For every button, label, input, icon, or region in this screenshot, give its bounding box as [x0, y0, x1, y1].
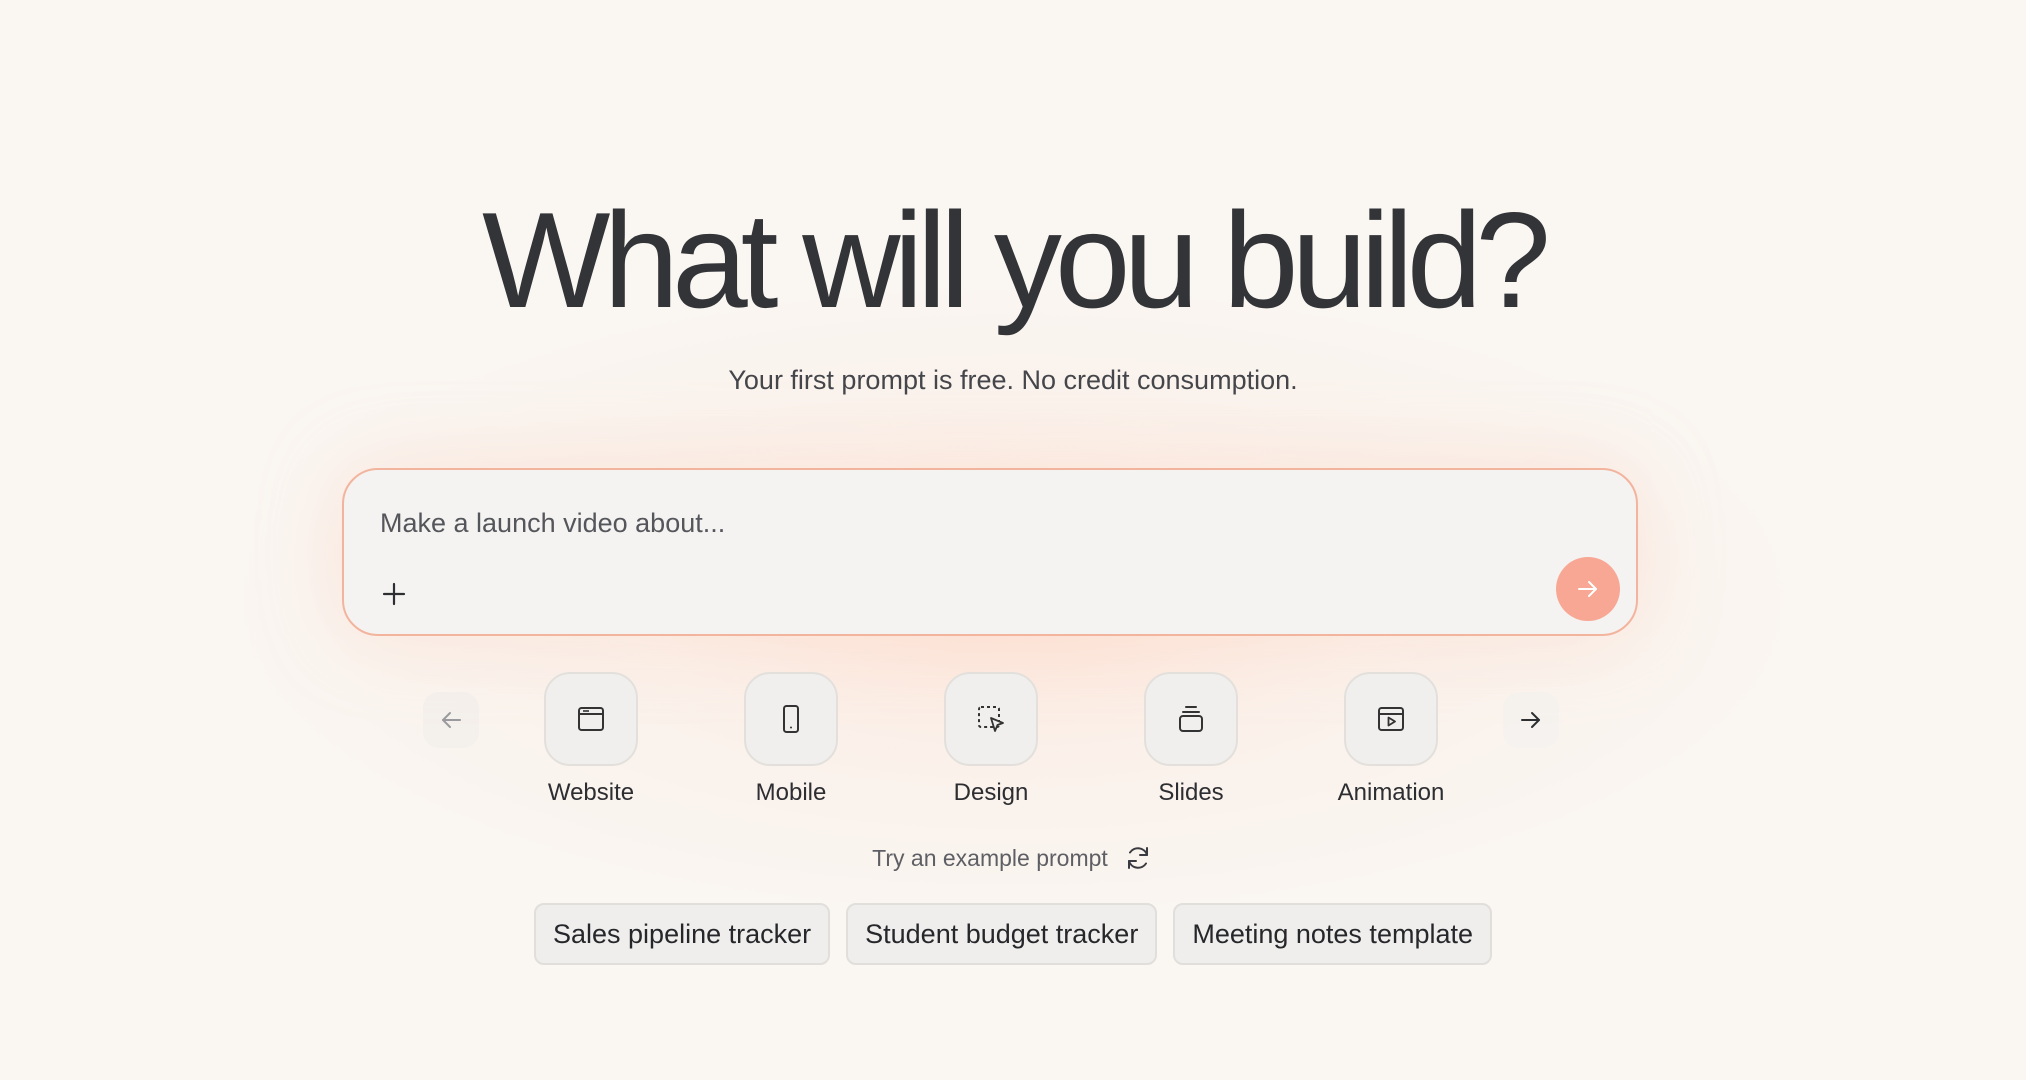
send-button[interactable]	[1556, 557, 1620, 621]
cursor-selection-icon	[978, 706, 1004, 732]
category-animation[interactable]: Animation	[1321, 672, 1461, 808]
arrow-right-icon	[1578, 581, 1597, 597]
page-title: What will you build?	[482, 184, 1551, 336]
example-prompt-header: Try an example prompt	[0, 842, 2026, 874]
example-chip-meeting-notes[interactable]: Meeting notes template	[1173, 903, 1492, 965]
category-mobile[interactable]: Mobile	[721, 672, 861, 808]
add-attachment-button[interactable]	[374, 574, 414, 614]
smartphone-icon	[783, 705, 799, 733]
category-label: Website	[547, 779, 635, 806]
example-prompt-chips: Sales pipeline tracker Student budget tr…	[0, 903, 2026, 965]
arrow-left-icon	[442, 712, 461, 728]
category-carousel: Website Mobile Design Slides Animation	[0, 672, 2026, 812]
browser-window-icon	[578, 707, 604, 731]
carousel-prev-button[interactable]	[423, 692, 479, 748]
category-label: Design	[953, 779, 1029, 806]
category-tile[interactable]	[944, 672, 1038, 766]
category-tile[interactable]	[1144, 672, 1238, 766]
refresh-examples-button[interactable]	[1122, 842, 1154, 874]
example-chip-sales-pipeline[interactable]: Sales pipeline tracker	[534, 903, 831, 965]
category-tile[interactable]	[1344, 672, 1438, 766]
category-website[interactable]: Website	[521, 672, 661, 808]
category-label: Mobile	[755, 779, 827, 806]
category-slides[interactable]: Slides	[1121, 672, 1261, 808]
prompt-input[interactable]	[378, 500, 1562, 546]
example-prompt-label: Try an example prompt	[872, 844, 1108, 871]
category-tile[interactable]	[744, 672, 838, 766]
category-design[interactable]: Design	[921, 672, 1061, 808]
page-subtitle: Your first prompt is free. No credit con…	[728, 365, 1298, 395]
prompt-composer	[342, 468, 1638, 636]
category-tile[interactable]	[544, 672, 638, 766]
category-label: Slides	[1158, 779, 1224, 806]
arrow-right-icon	[1521, 712, 1540, 728]
refresh-icon	[1127, 847, 1148, 869]
play-window-icon	[1378, 707, 1404, 731]
category-label: Animation	[1337, 779, 1445, 806]
plus-icon	[382, 582, 406, 606]
carousel-next-button[interactable]	[1503, 692, 1559, 748]
page: What will you build? Your first prompt i…	[0, 0, 2026, 1080]
example-chip-student-budget[interactable]: Student budget tracker	[846, 903, 1158, 965]
slides-stack-icon	[1179, 706, 1203, 732]
